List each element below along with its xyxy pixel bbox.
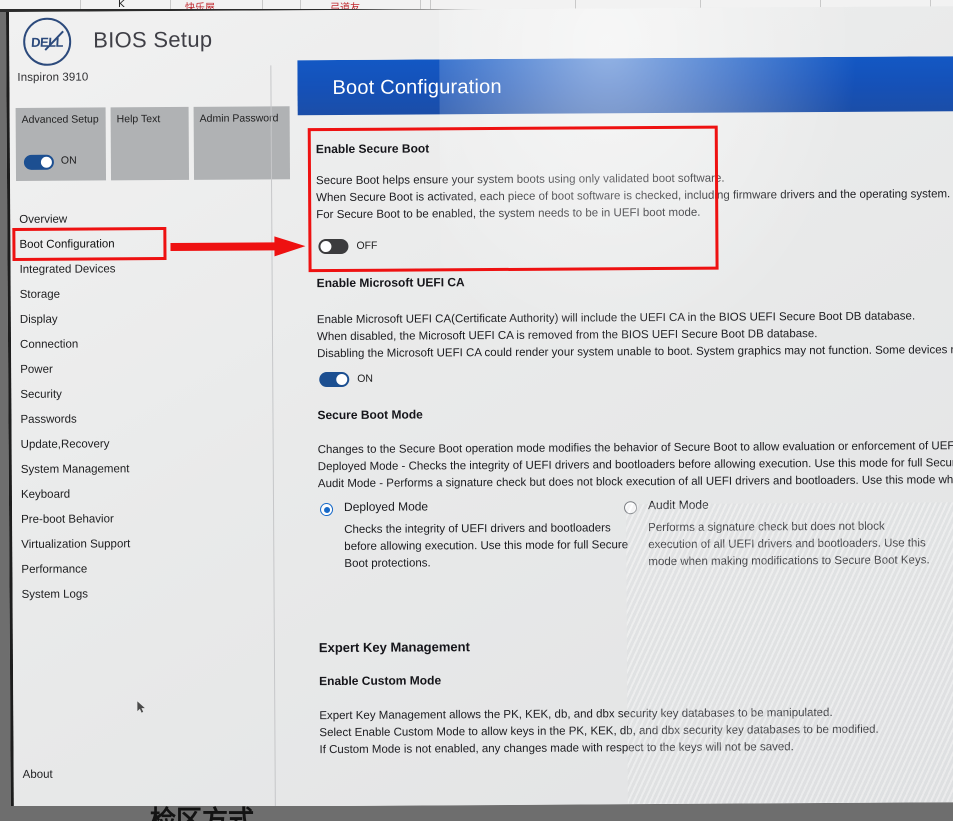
section-banner-title: Boot Configuration xyxy=(332,75,502,100)
audit-mode-label: Audit Mode xyxy=(647,497,709,513)
deployed-mode-desc-2: before allowing execution. Use this mode… xyxy=(344,539,629,553)
sidebar-item-label: Pre-boot Behavior xyxy=(21,513,114,526)
sidebar-item-performance[interactable]: Performance xyxy=(12,556,274,583)
quick-card-label: Admin Password xyxy=(199,112,279,125)
quick-card-advanced-setup[interactable]: Advanced Setup ON xyxy=(15,107,107,181)
deployed-mode-desc-1: Checks the integrity of UEFI drivers and… xyxy=(344,522,611,536)
sidebar-item-label: Keyboard xyxy=(20,488,71,501)
sidebar-item-label: System Logs xyxy=(21,588,89,601)
sidebar-item-display[interactable]: Display xyxy=(11,306,273,333)
sidebar-item-label: Storage xyxy=(19,288,61,301)
deployed-mode-label: Deployed Mode xyxy=(343,499,429,514)
ms-uefi-ca-desc-3: Disabling the Microsoft UEFI CA could re… xyxy=(317,343,953,361)
toggle-knob xyxy=(336,373,348,385)
expert-key-desc-3: If Custom Mode is not enabled, any chang… xyxy=(319,741,794,757)
sidebar-item-label: Connection xyxy=(19,338,79,351)
advanced-setup-toggle[interactable] xyxy=(23,154,54,170)
radio-deployed-mode[interactable] xyxy=(320,503,334,517)
ms-uefi-ca-toggle[interactable] xyxy=(319,371,350,388)
sidebar-item-connection[interactable]: Connection xyxy=(11,331,273,358)
sidebar-item-storage[interactable]: Storage xyxy=(11,281,273,308)
dell-logo-icon: DELL xyxy=(23,17,72,66)
ms-uefi-ca-desc-1: Enable Microsoft UEFI CA(Certificate Aut… xyxy=(316,310,916,327)
sidebar-item-security[interactable]: Security xyxy=(11,381,273,408)
sidebar-item-label: Security xyxy=(20,388,62,401)
sidebar-item-update-recovery[interactable]: Update,Recovery xyxy=(12,431,274,458)
secure-boot-mode-desc-3: Audit Mode - Performs a signature check … xyxy=(317,474,953,491)
sidebar-item-label: Passwords xyxy=(20,413,77,426)
quick-card-label: Advanced Setup xyxy=(21,113,99,126)
secure-boot-mode-title: Secure Boot Mode xyxy=(317,407,423,423)
toggle-knob xyxy=(40,156,52,168)
bottom-caption-strip: 检区方式 xyxy=(0,806,953,821)
system-model-label: Inspiron 3910 xyxy=(17,71,89,84)
sidebar-item-label: Power xyxy=(20,363,53,376)
mouse-cursor-icon xyxy=(137,701,145,713)
sidebar-item-label: System Management xyxy=(20,463,130,476)
quick-card-label: Help Text xyxy=(116,113,161,126)
sidebar-nav: Overview Boot Configuration Integrated D… xyxy=(10,206,274,608)
page-title: BIOS Setup xyxy=(93,26,213,53)
bios-screen: DELL BIOS Setup Inspiron 3910 Advanced S… xyxy=(8,6,953,808)
sidebar-item-label: Overview xyxy=(19,213,68,226)
section-banner: Boot Configuration xyxy=(297,56,953,116)
ms-uefi-ca-title: Enable Microsoft UEFI CA xyxy=(316,275,465,291)
ms-uefi-ca-toggle-state: ON xyxy=(357,372,374,385)
annotation-box-boot-configuration xyxy=(12,227,167,261)
sidebar-item-label: Display xyxy=(19,313,58,326)
bios-screen-photo: DELL BIOS Setup Inspiron 3910 Advanced S… xyxy=(6,6,953,808)
annotation-box-secure-boot-panel xyxy=(307,125,719,273)
expert-key-management-title: Expert Key Management xyxy=(318,639,470,656)
advanced-setup-toggle-state: ON xyxy=(60,154,77,167)
sidebar-item-label: Virtualization Support xyxy=(21,538,131,551)
deployed-mode-desc-3: Boot protections. xyxy=(344,557,431,570)
bios-header: DELL BIOS Setup xyxy=(9,6,953,66)
sidebar-item-label: Update,Recovery xyxy=(20,438,110,451)
sidebar-item-power[interactable]: Power xyxy=(11,356,273,383)
sidebar-item-system-management[interactable]: System Management xyxy=(12,456,274,483)
expert-key-desc-2: Select Enable Custom Mode to allow keys … xyxy=(319,723,879,740)
sidebar-item-label: Integrated Devices xyxy=(19,263,116,276)
radio-audit-mode[interactable] xyxy=(624,501,638,515)
sidebar-item-virtualization-support[interactable]: Virtualization Support xyxy=(12,531,274,558)
bottom-caption-text: 检区方式 xyxy=(150,806,255,821)
sidebar-item-system-logs[interactable]: System Logs xyxy=(12,581,274,608)
enable-custom-mode-title: Enable Custom Mode xyxy=(319,673,442,689)
audit-mode-desc-1: Performs a signature check but does not … xyxy=(648,520,885,535)
quick-card-admin-password[interactable]: Admin Password xyxy=(193,106,291,180)
annotation-arrow-icon xyxy=(170,236,306,257)
sidebar-item-pre-boot-behavior[interactable]: Pre-boot Behavior xyxy=(12,506,274,533)
sidebar-item-about[interactable]: About xyxy=(23,769,53,781)
sidebar-item-label: Performance xyxy=(21,563,88,576)
audit-mode-desc-2: execution of all UEFI drivers and bootlo… xyxy=(648,537,926,552)
sidebar-item-passwords[interactable]: Passwords xyxy=(11,406,273,433)
quick-card-help-text[interactable]: Help Text ON xyxy=(110,106,268,181)
sidebar-item-keyboard[interactable]: Keyboard xyxy=(12,481,274,508)
audit-mode-desc-3: mode when making modifications to Secure… xyxy=(648,554,930,569)
